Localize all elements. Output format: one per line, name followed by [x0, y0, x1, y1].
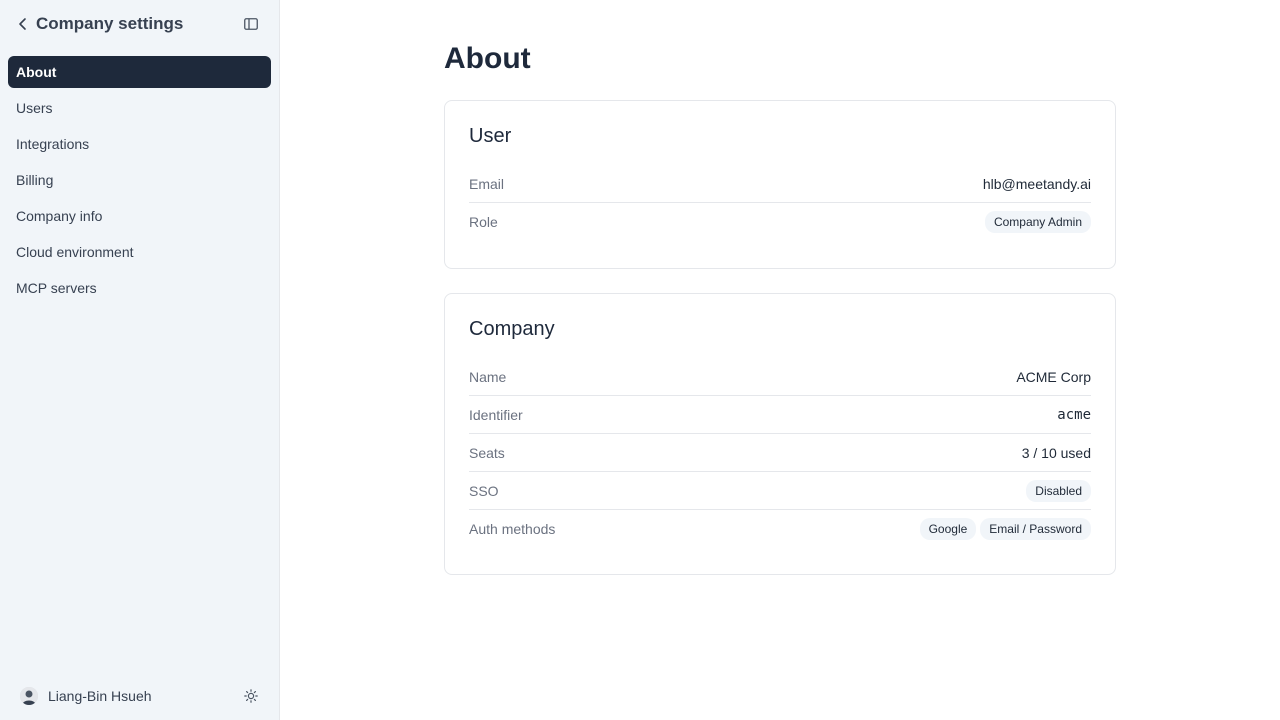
user-card-title: User: [469, 125, 512, 147]
sidebar-item-mcp-servers[interactable]: MCP servers: [8, 272, 271, 304]
sidebar-item-label: MCP servers: [16, 280, 97, 296]
identifier-row: Identifier acme: [469, 396, 1091, 434]
avatar[interactable]: [20, 687, 38, 705]
seats-label: Seats: [469, 444, 505, 461]
sidebar-item-integrations[interactable]: Integrations: [8, 128, 271, 160]
name-label: Name: [469, 368, 507, 385]
sidebar-header: Company settings: [0, 0, 279, 48]
sun-icon[interactable]: [242, 687, 260, 705]
sso-row: SSO Disabled: [469, 472, 1091, 510]
identifier-label: Identifier: [469, 406, 523, 423]
sidebar-item-label: Billing: [16, 172, 54, 188]
identifier-value: acme: [1057, 406, 1091, 423]
seats-value: 3 / 10 used: [1021, 444, 1091, 461]
auth-method-badge: Google: [919, 518, 977, 540]
sidebar-footer: Liang-Bin Hsueh: [0, 672, 279, 720]
sso-status-badge: Disabled: [1026, 479, 1091, 502]
name-row: Name ACME Corp: [469, 358, 1091, 396]
role-label: Role: [469, 214, 498, 230]
sidebar-item-label: Users: [16, 100, 53, 116]
sidebar-item-label: Company info: [16, 208, 103, 224]
email-value: hlb@meetandy.ai: [982, 175, 1091, 192]
user-card: User Email hlb@meetandy.ai Role Company …: [444, 100, 1116, 269]
role-badge: Company Admin: [984, 211, 1091, 233]
sidebar-item-about[interactable]: About: [8, 56, 271, 88]
company-card-title: Company: [469, 318, 555, 340]
sidebar-item-label: About: [16, 64, 57, 80]
app: Company settings About Users Integration…: [0, 0, 1280, 720]
auth-methods-label: Auth methods: [469, 521, 556, 537]
company-name-value: ACME Corp: [1016, 368, 1091, 385]
auth-methods-row: Auth methods Google Email / Password: [469, 510, 1091, 548]
sidebar-item-users[interactable]: Users: [8, 92, 271, 124]
page-title: About: [444, 42, 531, 75]
email-row: Email hlb@meetandy.ai: [469, 165, 1091, 203]
role-row: Role Company Admin: [469, 203, 1091, 241]
sidebar-title[interactable]: Company settings: [36, 14, 183, 34]
seats-row: Seats 3 / 10 used: [469, 434, 1091, 472]
sidebar-item-company-info[interactable]: Company info: [8, 200, 271, 232]
sidebar-item-label: Cloud environment: [16, 244, 134, 260]
auth-method-badge: Email / Password: [980, 518, 1091, 540]
sidebar-collapse-icon[interactable]: [242, 15, 260, 33]
sidebar-nav: About Users Integrations Billing Company…: [8, 56, 271, 308]
main-content: About User Email hlb@meetandy.ai Role Co…: [280, 0, 1280, 720]
sidebar-item-cloud-environment[interactable]: Cloud environment: [8, 236, 271, 268]
auth-methods-list: Google Email / Password: [916, 518, 1091, 540]
sidebar-item-label: Integrations: [16, 136, 90, 152]
sidebar: Company settings About Users Integration…: [0, 0, 280, 720]
sidebar-item-billing[interactable]: Billing: [8, 164, 271, 196]
sso-label: SSO: [469, 482, 499, 499]
chevron-left-icon[interactable]: [16, 14, 30, 34]
company-card: Company Name ACME Corp Identifier acme S…: [444, 293, 1116, 575]
email-label: Email: [469, 175, 505, 192]
user-name[interactable]: Liang-Bin Hsueh: [48, 688, 152, 704]
